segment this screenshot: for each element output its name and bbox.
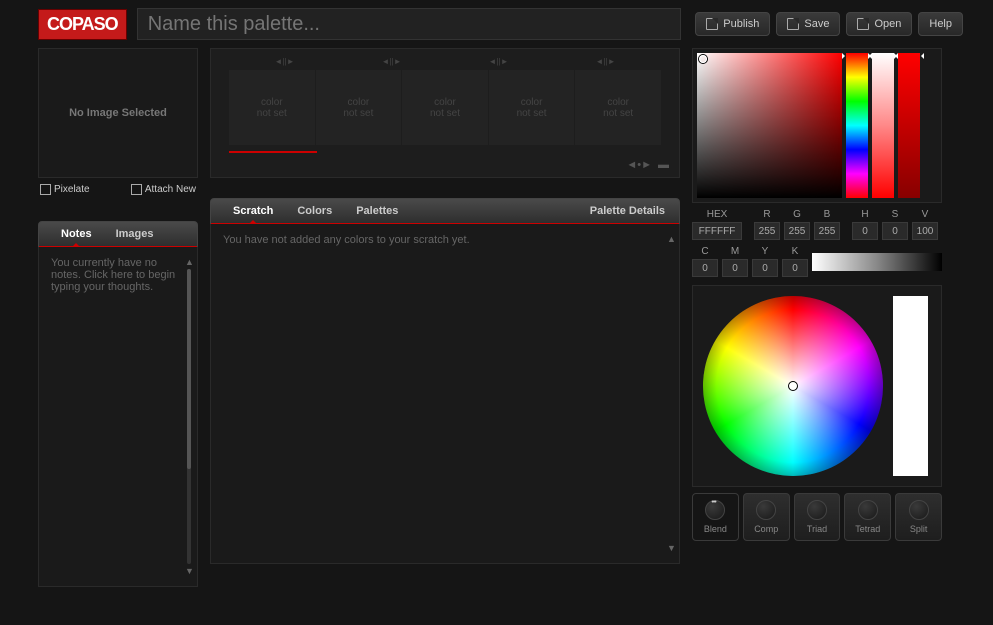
- palette-swatches-panel: ◄||►◄||►◄||►◄||► colornot set colornot s…: [210, 48, 680, 178]
- y-label: Y: [762, 246, 769, 257]
- s-label: S: [892, 209, 899, 220]
- open-icon: [857, 18, 869, 30]
- tab-images[interactable]: Images: [104, 228, 166, 240]
- b-input[interactable]: [814, 222, 840, 240]
- open-button[interactable]: Open: [846, 12, 912, 36]
- help-button[interactable]: Help: [918, 12, 963, 36]
- k-label: K: [792, 246, 799, 257]
- hex-label: HEX: [707, 209, 728, 220]
- publish-button[interactable]: Publish: [695, 12, 770, 36]
- scroll-down-icon[interactable]: ▼: [185, 566, 193, 576]
- open-label: Open: [874, 18, 901, 30]
- save-button[interactable]: Save: [776, 12, 840, 36]
- left-tab-header: Notes Images: [38, 221, 198, 247]
- harmony-comp-button[interactable]: Comp: [743, 493, 790, 541]
- pixelate-icon: [40, 184, 51, 195]
- palette-name-input[interactable]: [137, 8, 682, 40]
- image-placeholder-text: No Image Selected: [69, 107, 167, 119]
- g-label: G: [793, 209, 801, 220]
- m-input[interactable]: [722, 259, 748, 277]
- r-input[interactable]: [754, 222, 780, 240]
- publish-label: Publish: [723, 18, 759, 30]
- swatch-handle-icon[interactable]: ◄•►: [626, 159, 652, 171]
- swatch-5[interactable]: colornot set: [575, 70, 661, 145]
- grayscale-slider[interactable]: [812, 253, 942, 271]
- middle-tab-header: Scratch Colors Palettes Palette Details: [210, 198, 680, 224]
- save-icon: [787, 18, 799, 30]
- notes-panel[interactable]: You currently have no notes. Click here …: [38, 247, 198, 587]
- m-label: M: [731, 246, 739, 257]
- wheel-cursor[interactable]: [788, 381, 798, 391]
- scratch-placeholder: You have not added any colors to your sc…: [223, 234, 470, 246]
- value-marker[interactable]: [898, 53, 920, 59]
- color-wheel[interactable]: [703, 296, 883, 476]
- h-label: H: [861, 209, 868, 220]
- image-drop-area[interactable]: No Image Selected: [38, 48, 198, 178]
- scroll-down-icon[interactable]: ▼: [667, 543, 675, 553]
- hex-input[interactable]: [692, 222, 742, 240]
- tab-palettes[interactable]: Palettes: [344, 205, 410, 217]
- scroll-up-icon[interactable]: ▲: [667, 234, 675, 244]
- scroll-thumb[interactable]: [187, 269, 191, 469]
- g-input[interactable]: [784, 222, 810, 240]
- triad-knob-icon: [807, 500, 827, 520]
- swatch-4[interactable]: colornot set: [489, 70, 576, 145]
- y-input[interactable]: [752, 259, 778, 277]
- tab-scratch[interactable]: Scratch: [221, 205, 285, 217]
- logo: COPASO: [38, 9, 127, 40]
- swatch-2[interactable]: colornot set: [316, 70, 403, 145]
- saturation-cursor[interactable]: [699, 55, 707, 63]
- pixelate-button[interactable]: Pixelate: [40, 184, 90, 195]
- scratch-panel: You have not added any colors to your sc…: [210, 224, 680, 564]
- split-knob-icon: [909, 500, 929, 520]
- saturation-box[interactable]: [697, 53, 842, 198]
- k-input[interactable]: [782, 259, 808, 277]
- r-label: R: [763, 209, 770, 220]
- attach-label: Attach New: [145, 184, 196, 195]
- harmony-triad-button[interactable]: Triad: [794, 493, 841, 541]
- comp-knob-icon: [756, 500, 776, 520]
- color-preview: [893, 296, 928, 476]
- swatch-1[interactable]: colornot set: [229, 70, 316, 145]
- tab-notes[interactable]: Notes: [49, 228, 104, 240]
- b-label: B: [824, 209, 831, 220]
- hue-slider[interactable]: [846, 53, 868, 198]
- scroll-up-icon[interactable]: ▲: [185, 257, 193, 267]
- harmony-split-button[interactable]: Split: [895, 493, 942, 541]
- c-label: C: [701, 246, 708, 257]
- blend-knob-icon: [705, 500, 725, 520]
- value-slider[interactable]: [898, 53, 920, 198]
- lightness-slider[interactable]: [872, 53, 894, 198]
- notes-placeholder: You currently have no notes. Click here …: [51, 257, 175, 293]
- color-picker-area: [692, 48, 942, 203]
- lightness-marker[interactable]: [872, 53, 894, 59]
- harmony-blend-button[interactable]: Blend: [692, 493, 739, 541]
- v-input[interactable]: [912, 222, 938, 240]
- c-input[interactable]: [692, 259, 718, 277]
- active-swatch-indicator: [229, 151, 317, 153]
- swatch-3[interactable]: colornot set: [402, 70, 489, 145]
- help-label: Help: [929, 18, 952, 30]
- publish-icon: [706, 18, 718, 30]
- s-input[interactable]: [882, 222, 908, 240]
- hue-marker[interactable]: [846, 53, 868, 59]
- notes-scrollbar[interactable]: ▲ ▼: [185, 257, 193, 576]
- tab-palette-details[interactable]: Palette Details: [586, 205, 669, 217]
- v-label: V: [922, 209, 929, 220]
- save-label: Save: [804, 18, 829, 30]
- pixelate-label: Pixelate: [54, 184, 90, 195]
- swatch-markers: ◄||►◄||►◄||►◄||►: [221, 57, 669, 70]
- swatch-toggle-icon[interactable]: ▬: [658, 159, 669, 171]
- harmony-tetrad-button[interactable]: Tetrad: [844, 493, 891, 541]
- attach-new-button[interactable]: Attach New: [131, 184, 196, 195]
- tab-colors[interactable]: Colors: [285, 205, 344, 217]
- attach-icon: [131, 184, 142, 195]
- scratch-scrollbar[interactable]: ▲ ▼: [667, 234, 675, 553]
- h-input[interactable]: [852, 222, 878, 240]
- tetrad-knob-icon: [858, 500, 878, 520]
